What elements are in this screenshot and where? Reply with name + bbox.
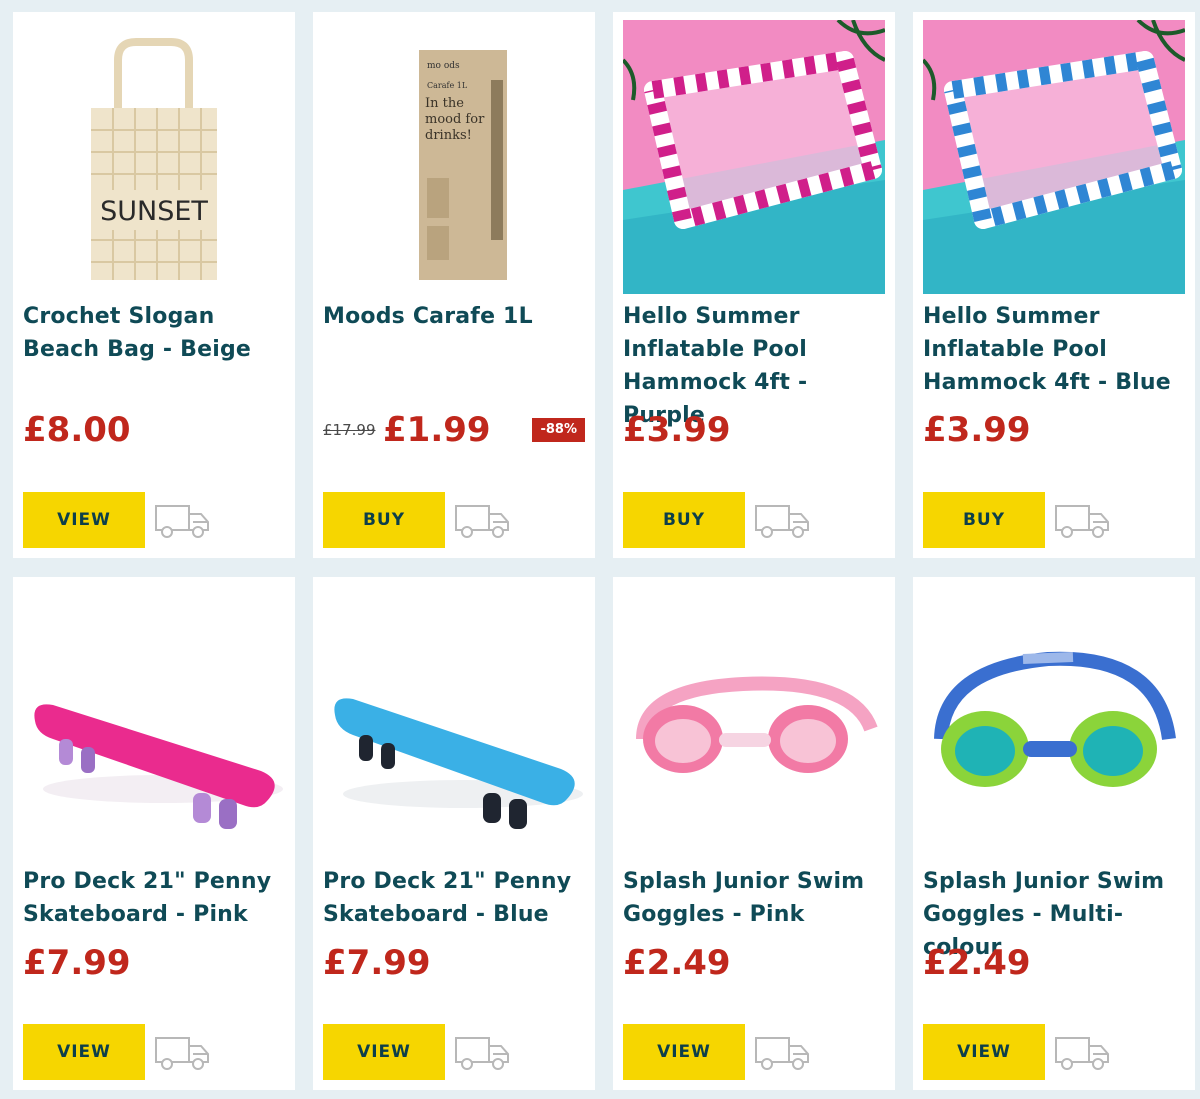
product-image-carafe[interactable]: mo ods Carafe 1L In the mood for drinks! [323,20,585,294]
product-image-skateboard-blue[interactable] [323,589,585,857]
product-price: £7.99 [323,943,431,983]
view-button[interactable]: VIEW [23,1024,145,1080]
delivery-van-icon [455,505,509,538]
product-title[interactable]: Splash Junior Swim Goggles - Pink [623,865,887,931]
product-card[interactable]: Splash Junior Swim Goggles - Pink £2.49 … [613,577,895,1090]
product-card[interactable]: Pro Deck 21" Penny Skateboard - Pink £7.… [13,577,295,1090]
product-title[interactable]: Pro Deck 21" Penny Skateboard - Pink [23,865,287,931]
carafe-slogan-text: In the mood for drinks! [425,96,485,143]
price-row: £8.00 [23,408,285,452]
product-image-goggles-pink[interactable] [623,589,885,857]
bag-slogan-text: SUNSET [100,196,208,227]
old-price: £17.99 [323,421,376,439]
product-image-skateboard-pink[interactable] [23,589,285,857]
price-row: £7.99 [23,941,285,985]
delivery-van-icon [155,1037,209,1070]
product-image-pool-hammock-blue[interactable] [923,20,1185,294]
product-price: £3.99 [623,410,731,450]
price-row: £3.99 [623,408,885,452]
product-price: £8.00 [23,410,131,450]
price-row: £3.99 [923,408,1185,452]
product-title[interactable]: Crochet Slogan Beach Bag - Beige [23,300,287,366]
product-card[interactable]: Hello Summer Inflatable Pool Hammock 4ft… [613,12,895,558]
delivery-van-icon [1055,505,1109,538]
buy-button[interactable]: BUY [323,492,445,548]
discount-badge: -88% [532,418,585,442]
price-row: £7.99 [323,941,585,985]
delivery-van-icon [755,1037,809,1070]
view-button[interactable]: VIEW [323,1024,445,1080]
product-card[interactable]: mo ods Carafe 1L In the mood for drinks!… [313,12,595,558]
product-price: £3.99 [923,410,1031,450]
delivery-van-icon [755,505,809,538]
product-image-goggles-multicolour[interactable] [923,589,1185,857]
buy-button[interactable]: BUY [923,492,1045,548]
product-title[interactable]: Pro Deck 21" Penny Skateboard - Blue [323,865,587,931]
product-price: £1.99 [383,410,491,450]
view-button[interactable]: VIEW [23,492,145,548]
product-card[interactable]: Hello Summer Inflatable Pool Hammock 4ft… [913,12,1195,558]
carafe-brand-text: mo ods [427,61,460,71]
delivery-van-icon [155,505,209,538]
price-row: £2.49 [923,941,1185,985]
product-card[interactable]: Pro Deck 21" Penny Skateboard - Blue £7.… [313,577,595,1090]
view-button[interactable]: VIEW [923,1024,1045,1080]
product-title[interactable]: Moods Carafe 1L [323,300,587,333]
carafe-name-text: Carafe 1L [427,81,468,90]
product-price: £2.49 [623,943,731,983]
product-image-pool-hammock-purple[interactable] [623,20,885,294]
product-image-beach-bag[interactable]: SUNSET [23,20,285,294]
product-card[interactable]: SUNSET Crochet Slogan Beach Bag - Beige … [13,12,295,558]
product-price: £7.99 [23,943,131,983]
product-title[interactable]: Hello Summer Inflatable Pool Hammock 4ft… [923,300,1187,399]
product-card[interactable]: Splash Junior Swim Goggles - Multi-colou… [913,577,1195,1090]
product-price: £2.49 [923,943,1031,983]
view-button[interactable]: VIEW [623,1024,745,1080]
delivery-van-icon [455,1037,509,1070]
buy-button[interactable]: BUY [623,492,745,548]
price-row: £2.49 [623,941,885,985]
delivery-van-icon [1055,1037,1109,1070]
price-row: £17.99 £1.99 -88% [323,408,585,452]
